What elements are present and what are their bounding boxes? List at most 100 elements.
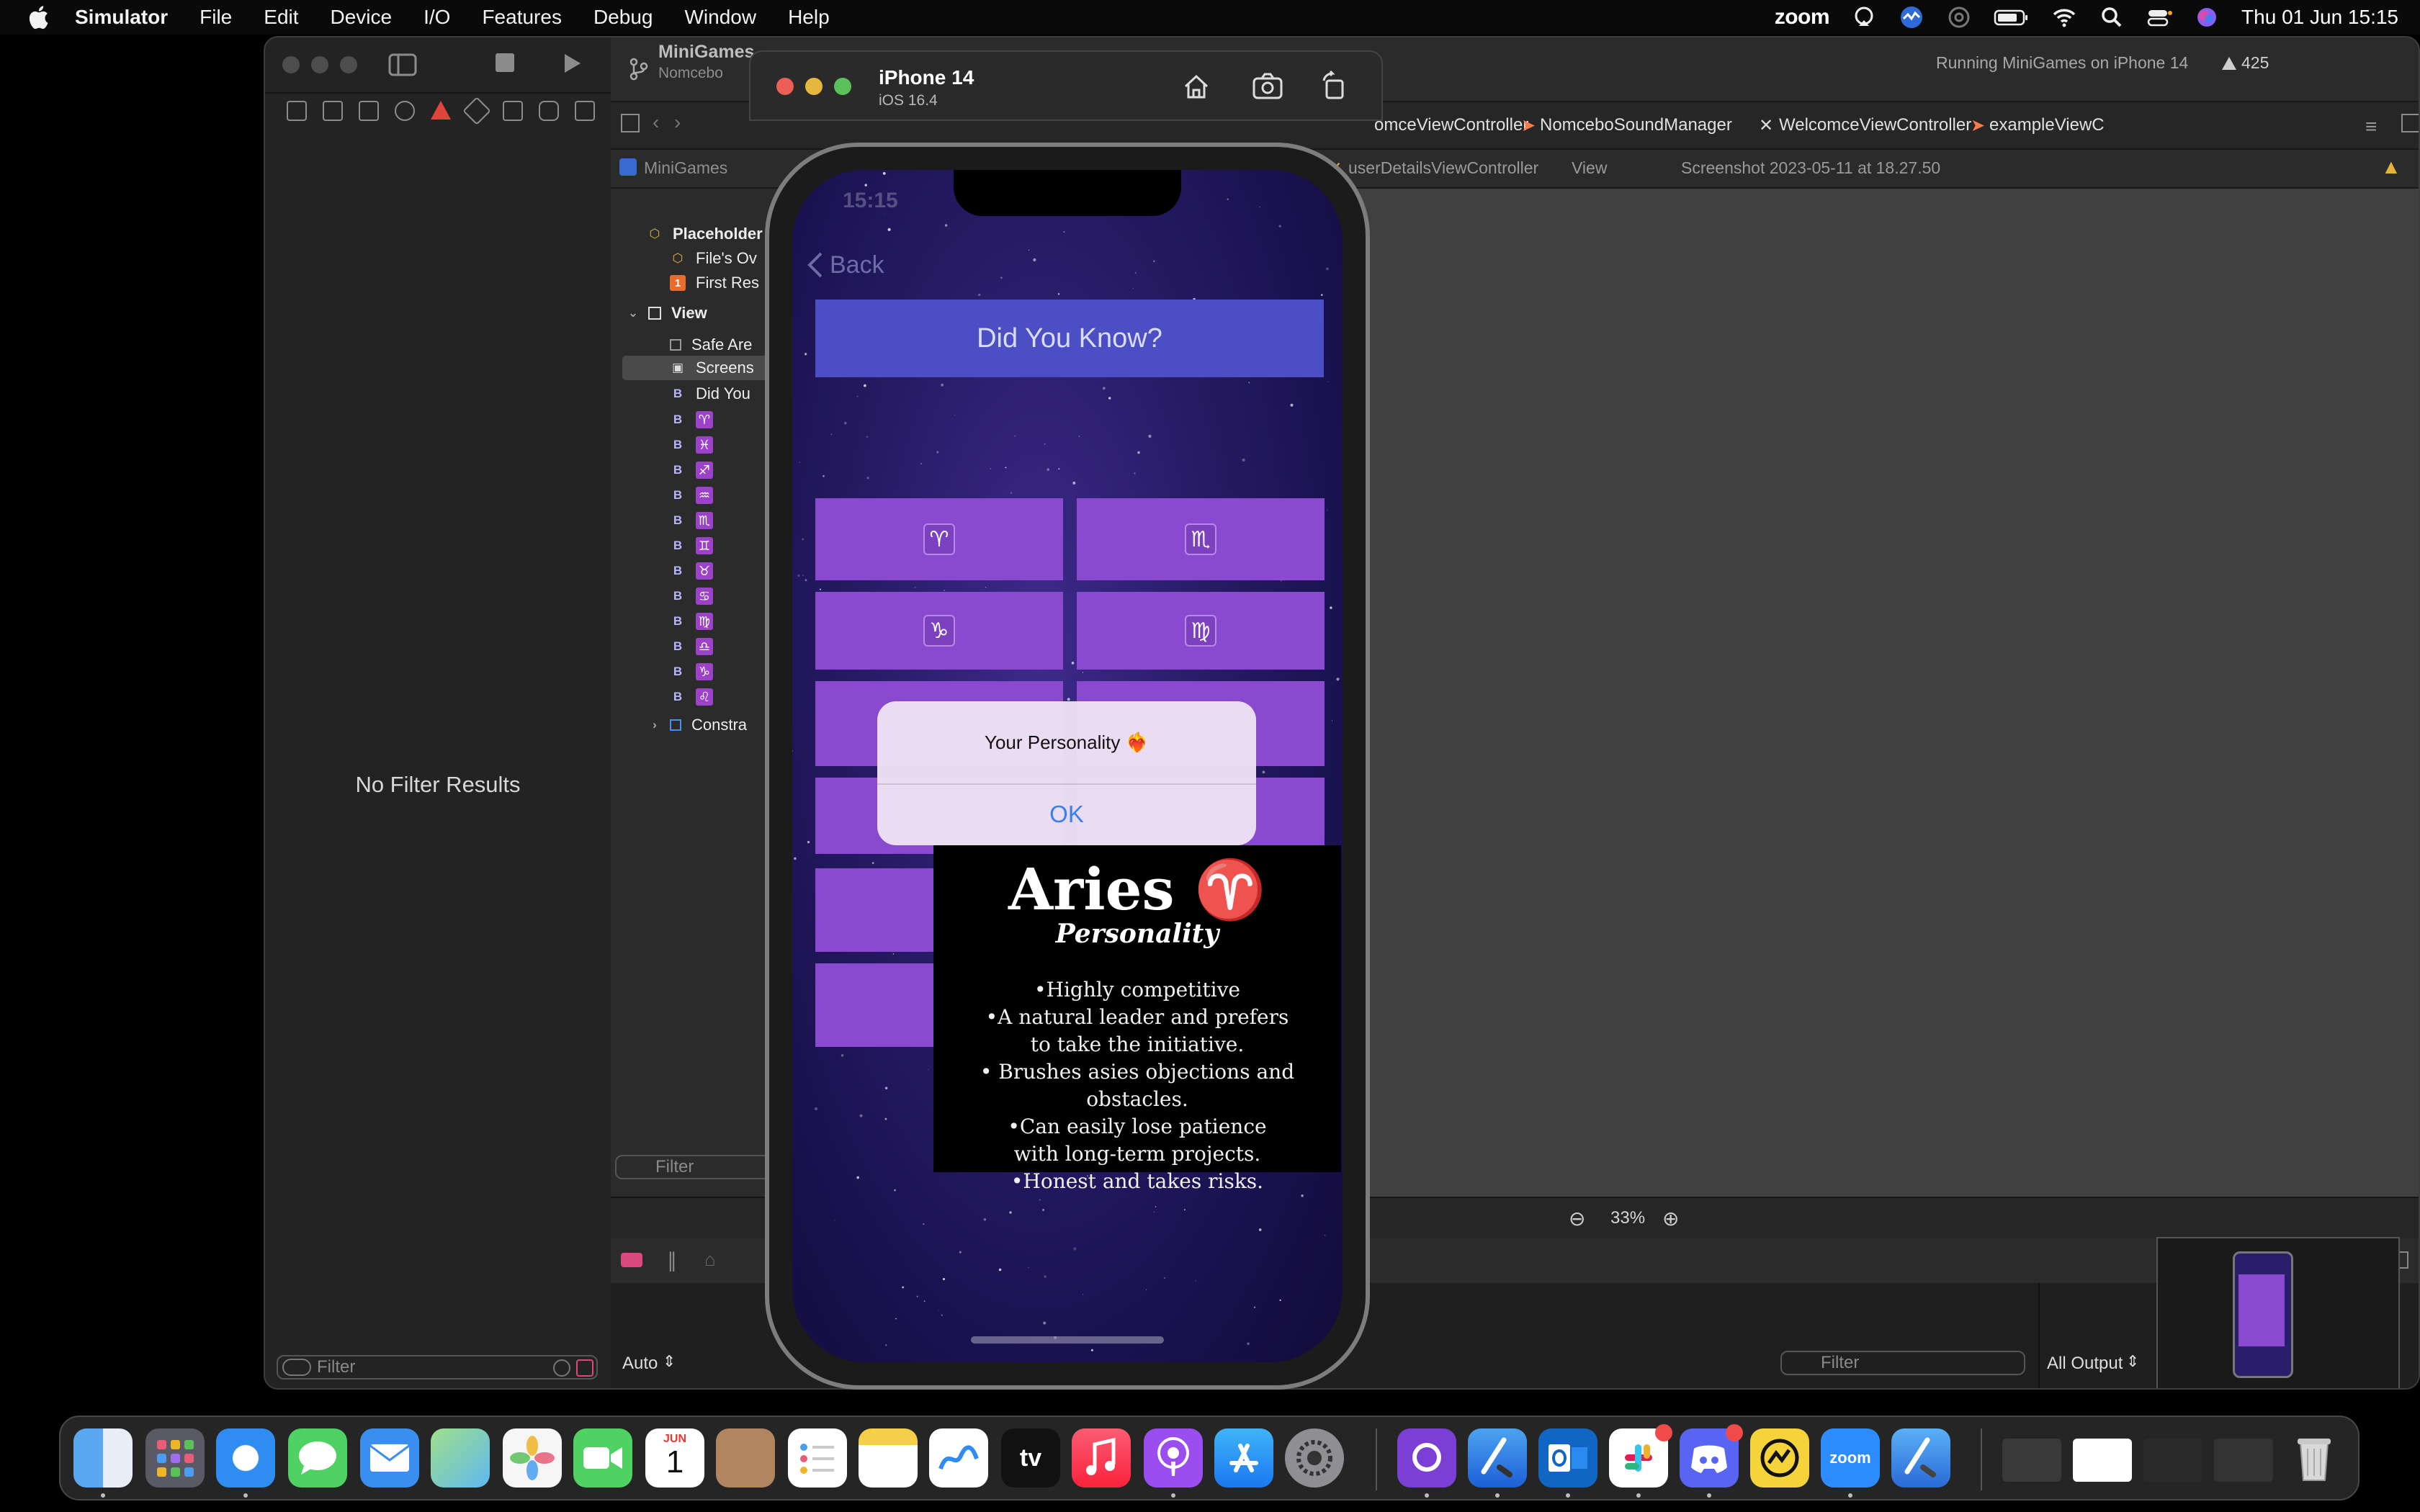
siri-icon[interactable] <box>2194 4 2220 30</box>
zodiac-button-aries[interactable]: ♈ <box>815 498 1063 580</box>
issue-warning-icon[interactable] <box>431 101 451 120</box>
source-control-icon[interactable] <box>323 101 343 121</box>
breakpoints-toggle-icon[interactable] <box>621 1253 642 1267</box>
filter-options-icon[interactable] <box>282 1359 311 1376</box>
sim-zoom-button[interactable] <box>834 78 851 95</box>
jump-bar-item[interactable]: Screenshot 2023-05-11 at 18.27.50 <box>1681 158 1940 178</box>
outline-zodiac-button[interactable]: B ♐ <box>670 458 713 482</box>
stop-button[interactable] <box>496 53 514 72</box>
branch-icon[interactable] <box>628 56 650 82</box>
grid-icon[interactable] <box>621 114 640 132</box>
minimized-window-4[interactable] <box>2214 1439 2273 1482</box>
menu-edit[interactable]: Edit <box>264 6 298 29</box>
jump-warning-icon[interactable]: ▲ <box>2381 156 2401 179</box>
outline-zodiac-button[interactable]: B ♍ <box>670 609 713 634</box>
outline-zodiac-button[interactable]: B ♓ <box>670 433 713 457</box>
home-icon[interactable] <box>1181 72 1211 101</box>
forward-nav-icon[interactable]: › <box>674 111 681 134</box>
apple-tv-icon[interactable]: tv <box>1001 1428 1060 1488</box>
report-icon[interactable] <box>575 101 595 121</box>
menu-device[interactable]: Device <box>331 6 393 29</box>
zoom-status-label[interactable]: zoom <box>1775 5 1830 30</box>
pause-icon[interactable]: ∥ <box>667 1248 677 1272</box>
outline-zodiac-button[interactable]: B ♑ <box>670 660 713 684</box>
outline-zodiac-button[interactable]: B ♈ <box>670 408 713 432</box>
menubar-clock[interactable]: Thu 01 Jun 15:15 <box>2241 6 2398 29</box>
outline-zodiac-button[interactable]: B ♎ <box>670 634 713 659</box>
sim-minimize-button[interactable] <box>805 78 823 95</box>
split-editor-icon[interactable] <box>2401 114 2419 132</box>
outline-view[interactable]: ⌄ View <box>625 301 707 325</box>
sim-close-button[interactable] <box>776 78 794 95</box>
miro-icon[interactable] <box>1750 1428 1809 1488</box>
tab-exampleviewcontroller[interactable]: exampleViewC <box>1989 115 2105 135</box>
app-store-icon[interactable] <box>1214 1428 1273 1488</box>
finder-icon[interactable] <box>73 1428 133 1488</box>
outline-files-owner[interactable]: ⬡ File's Ov <box>670 246 757 271</box>
menu-features[interactable]: Features <box>482 6 562 29</box>
minimized-window-3[interactable] <box>2143 1439 2202 1482</box>
home-indicator[interactable] <box>971 1336 1164 1344</box>
editor-options-icon[interactable]: ≡ <box>2365 115 2377 138</box>
zoom-in-icon[interactable]: ⊕ <box>1662 1207 1679 1230</box>
step-over-icon[interactable]: ⌂ <box>704 1248 716 1271</box>
menu-window[interactable]: Window <box>684 6 756 29</box>
sidebar-toggle-icon[interactable] <box>387 52 418 78</box>
console-filter-input[interactable]: Filter <box>1780 1351 2025 1375</box>
zodiac-button-scorpio[interactable]: ♏ <box>1077 498 1325 580</box>
outline-placeholders[interactable]: ⬡ Placeholder <box>647 222 763 246</box>
zoom-app-icon[interactable]: zoom <box>1821 1428 1880 1488</box>
console-output-select[interactable]: All Output <box>2047 1354 2123 1374</box>
window-close-button[interactable] <box>282 56 300 73</box>
menu-debug[interactable]: Debug <box>593 6 653 29</box>
rotate-device-icon[interactable] <box>1319 71 1348 101</box>
navigator-filter-input[interactable]: Filter <box>277 1355 598 1380</box>
breakpoint-icon[interactable] <box>539 101 559 121</box>
wifi-icon[interactable] <box>2051 4 2077 30</box>
debug-icon[interactable] <box>503 101 523 121</box>
freeform-icon[interactable] <box>929 1428 988 1488</box>
test-icon[interactable] <box>462 96 491 125</box>
control-center-icon[interactable] <box>2146 4 2173 30</box>
outline-zodiac-button[interactable]: B ♏ <box>670 508 713 533</box>
tab-nomcebosoundmanager[interactable]: NomceboSoundManager <box>1540 115 1732 135</box>
window-thumbnail-preview[interactable] <box>2156 1237 2400 1388</box>
variables-scope-select[interactable]: Auto <box>622 1354 658 1374</box>
reminders-icon[interactable] <box>788 1428 847 1488</box>
contacts-icon[interactable] <box>716 1428 775 1488</box>
spotlight-search-icon[interactable] <box>2099 4 2125 30</box>
minimized-window-1[interactable] <box>2002 1439 2061 1482</box>
menu-io[interactable]: I/O <box>424 6 450 29</box>
jump-bar-root[interactable]: MiniGames <box>644 158 727 178</box>
activity-status-icon[interactable] <box>1899 4 1924 30</box>
airplay-status-icon[interactable] <box>1851 4 1877 30</box>
jump-bar-file[interactable]: userDetailsViewController <box>1348 158 1538 178</box>
did-you-know-button[interactable]: Did You Know? <box>815 300 1324 377</box>
folder-icon[interactable] <box>287 101 307 121</box>
back-button[interactable]: Back <box>805 251 884 279</box>
run-button[interactable] <box>560 52 583 75</box>
outline-zodiac-button[interactable]: B ♒ <box>670 483 713 508</box>
outline-zodiac-button[interactable]: B ♊ <box>670 534 713 558</box>
symbol-icon[interactable] <box>359 101 379 121</box>
battery-icon[interactable] <box>1994 4 2030 30</box>
discord-icon[interactable] <box>1680 1424 1743 1488</box>
window-zoom-button[interactable] <box>340 56 357 73</box>
recent-files-icon[interactable] <box>553 1359 570 1377</box>
messages-icon[interactable] <box>288 1428 347 1488</box>
system-settings-icon[interactable] <box>1285 1428 1344 1488</box>
photos-icon[interactable] <box>503 1428 562 1488</box>
safari-icon[interactable] <box>216 1428 275 1488</box>
apple-menu-icon[interactable] <box>27 4 49 30</box>
debug-split-divider[interactable] <box>2038 1283 2040 1388</box>
xcode-icon[interactable] <box>1468 1428 1527 1488</box>
launchpad-icon[interactable] <box>145 1428 205 1488</box>
screenshot-camera-icon[interactable] <box>1252 72 1283 101</box>
minimized-window-2[interactable] <box>2073 1439 2132 1482</box>
menu-file[interactable]: File <box>200 6 232 29</box>
tab-omceviewcontroller[interactable]: omceViewController <box>1374 115 1528 135</box>
facetime-icon[interactable] <box>573 1428 632 1488</box>
scheme-project-name[interactable]: MiniGames <box>658 42 754 63</box>
outlook-icon[interactable] <box>1538 1428 1597 1488</box>
outline-safe-area[interactable]: Safe Are <box>670 333 752 357</box>
